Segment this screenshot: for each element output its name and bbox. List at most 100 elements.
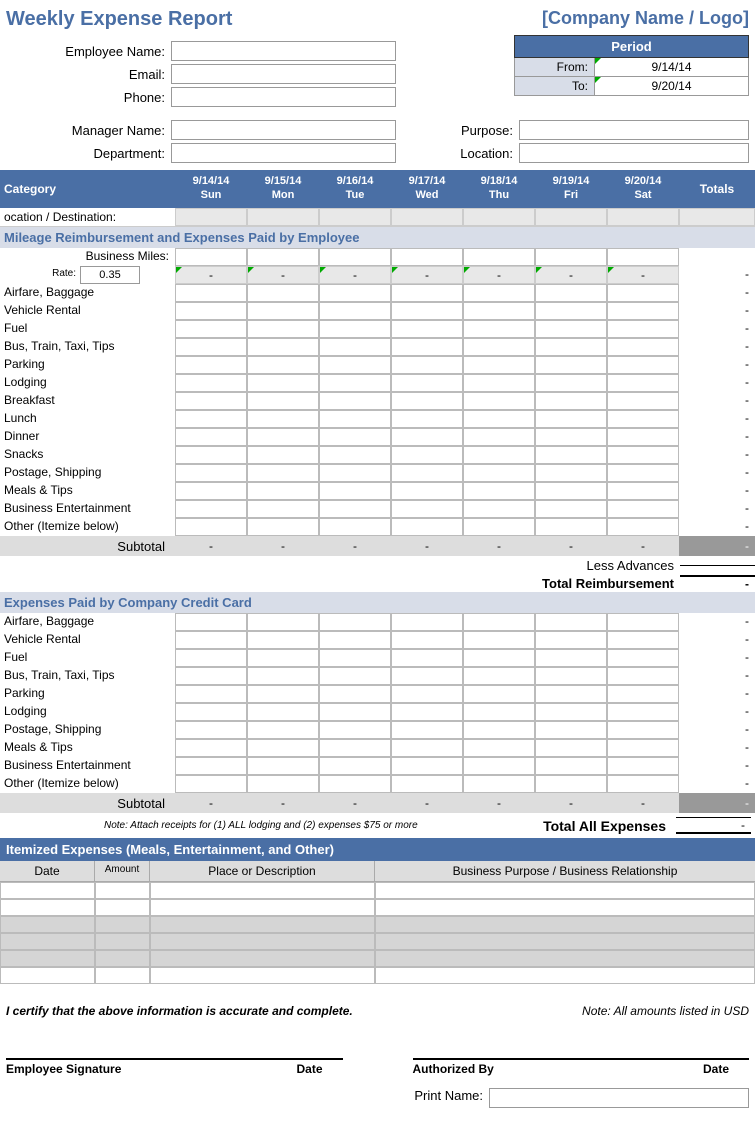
expense-cell[interactable] <box>175 464 247 482</box>
expense-cell[interactable] <box>175 338 247 356</box>
expense-cell[interactable] <box>319 338 391 356</box>
expense-cell[interactable] <box>463 356 535 374</box>
itemized-row[interactable] <box>0 967 755 984</box>
expense-cell[interactable] <box>391 356 463 374</box>
expense-cell[interactable] <box>319 482 391 500</box>
expense-cell[interactable] <box>391 374 463 392</box>
expense-cell[interactable] <box>319 374 391 392</box>
expense-cell[interactable] <box>319 775 391 793</box>
expense-cell[interactable] <box>535 320 607 338</box>
itemized-row[interactable] <box>0 899 755 916</box>
expense-cell[interactable] <box>247 721 319 739</box>
expense-cell[interactable] <box>391 500 463 518</box>
loc-cell[interactable] <box>247 208 319 226</box>
itemized-row[interactable] <box>0 933 755 950</box>
expense-cell[interactable] <box>247 356 319 374</box>
expense-cell[interactable] <box>247 703 319 721</box>
expense-cell[interactable] <box>319 518 391 536</box>
expense-cell[interactable] <box>319 284 391 302</box>
expense-cell[interactable] <box>535 338 607 356</box>
miles-cell[interactable] <box>463 248 535 266</box>
expense-cell[interactable] <box>535 500 607 518</box>
loc-cell[interactable] <box>319 208 391 226</box>
expense-cell[interactable] <box>175 428 247 446</box>
expense-cell[interactable] <box>391 667 463 685</box>
expense-cell[interactable] <box>463 613 535 631</box>
expense-cell[interactable] <box>607 374 679 392</box>
expense-cell[interactable] <box>463 482 535 500</box>
expense-cell[interactable] <box>247 392 319 410</box>
expense-cell[interactable] <box>319 649 391 667</box>
expense-cell[interactable] <box>391 775 463 793</box>
expense-cell[interactable] <box>247 775 319 793</box>
expense-cell[interactable] <box>247 757 319 775</box>
expense-cell[interactable] <box>319 667 391 685</box>
expense-cell[interactable] <box>319 446 391 464</box>
expense-cell[interactable] <box>175 302 247 320</box>
expense-cell[interactable] <box>607 703 679 721</box>
expense-cell[interactable] <box>607 721 679 739</box>
expense-cell[interactable] <box>463 649 535 667</box>
expense-cell[interactable] <box>391 757 463 775</box>
expense-cell[interactable] <box>463 410 535 428</box>
expense-cell[interactable] <box>175 721 247 739</box>
employee-name-input[interactable] <box>171 41 396 61</box>
expense-cell[interactable] <box>391 410 463 428</box>
expense-cell[interactable] <box>607 464 679 482</box>
expense-cell[interactable] <box>535 464 607 482</box>
expense-cell[interactable] <box>607 613 679 631</box>
to-value[interactable]: 9/20/14 <box>595 77 748 95</box>
expense-cell[interactable] <box>535 356 607 374</box>
expense-cell[interactable] <box>319 428 391 446</box>
expense-cell[interactable] <box>175 446 247 464</box>
itemized-row[interactable] <box>0 882 755 899</box>
loc-cell[interactable] <box>607 208 679 226</box>
expense-cell[interactable] <box>391 446 463 464</box>
expense-cell[interactable] <box>247 338 319 356</box>
expense-cell[interactable] <box>463 518 535 536</box>
expense-cell[interactable] <box>319 356 391 374</box>
expense-cell[interactable] <box>463 338 535 356</box>
expense-cell[interactable] <box>319 613 391 631</box>
expense-cell[interactable] <box>319 757 391 775</box>
expense-cell[interactable] <box>535 775 607 793</box>
expense-cell[interactable] <box>247 613 319 631</box>
expense-cell[interactable] <box>319 320 391 338</box>
purpose-input[interactable] <box>519 120 749 140</box>
expense-cell[interactable] <box>607 518 679 536</box>
expense-cell[interactable] <box>319 685 391 703</box>
expense-cell[interactable] <box>175 284 247 302</box>
miles-cell[interactable] <box>391 248 463 266</box>
expense-cell[interactable] <box>247 374 319 392</box>
expense-cell[interactable] <box>463 428 535 446</box>
expense-cell[interactable] <box>319 500 391 518</box>
phone-input[interactable] <box>171 87 396 107</box>
expense-cell[interactable] <box>175 500 247 518</box>
expense-cell[interactable] <box>607 284 679 302</box>
expense-cell[interactable] <box>319 721 391 739</box>
expense-cell[interactable] <box>391 739 463 757</box>
expense-cell[interactable] <box>175 757 247 775</box>
expense-cell[interactable] <box>535 757 607 775</box>
expense-cell[interactable] <box>247 649 319 667</box>
expense-cell[interactable] <box>463 667 535 685</box>
manager-name-input[interactable] <box>171 120 396 140</box>
expense-cell[interactable] <box>463 320 535 338</box>
expense-cell[interactable] <box>535 284 607 302</box>
expense-cell[interactable] <box>391 613 463 631</box>
expense-cell[interactable] <box>535 374 607 392</box>
expense-cell[interactable] <box>463 739 535 757</box>
expense-cell[interactable] <box>247 631 319 649</box>
expense-cell[interactable] <box>535 739 607 757</box>
expense-cell[interactable] <box>391 721 463 739</box>
email-input[interactable] <box>171 64 396 84</box>
expense-cell[interactable] <box>175 775 247 793</box>
expense-cell[interactable] <box>463 464 535 482</box>
expense-cell[interactable] <box>319 703 391 721</box>
loc-cell[interactable] <box>391 208 463 226</box>
expense-cell[interactable] <box>535 667 607 685</box>
expense-cell[interactable] <box>607 775 679 793</box>
expense-cell[interactable] <box>463 775 535 793</box>
expense-cell[interactable] <box>319 302 391 320</box>
expense-cell[interactable] <box>535 410 607 428</box>
